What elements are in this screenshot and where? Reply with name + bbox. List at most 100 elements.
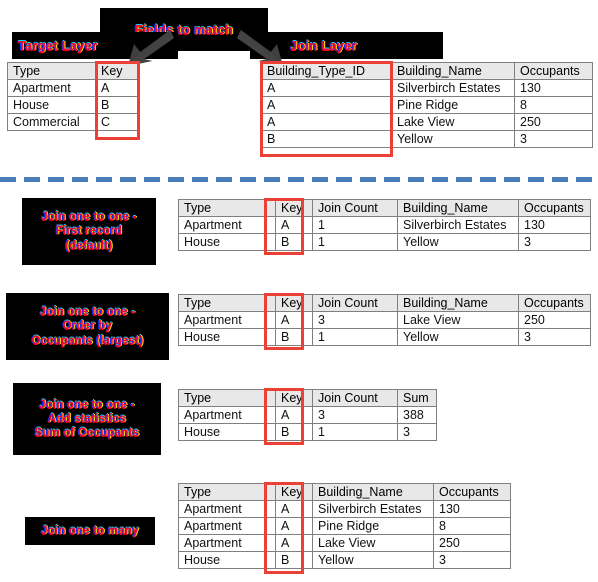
result-table-sum-statistics: Type Key Join Count Sum Apartment A 3 38… xyxy=(178,389,437,441)
column-header-join-count: Join Count xyxy=(312,199,398,217)
cell-key: B xyxy=(275,423,313,441)
column-header-type: Type xyxy=(178,389,276,407)
cell-building-name: Pine Ridge xyxy=(391,96,515,114)
cell-type: House xyxy=(7,96,96,114)
column-header-sum: Sum xyxy=(397,389,437,407)
cell-building-name: Lake View xyxy=(397,311,519,329)
column-header-building-name: Building_Name xyxy=(397,294,519,312)
table-row: House B 1 Yellow 3 xyxy=(178,233,591,251)
table-row: House B 1 Yellow 3 xyxy=(178,328,591,346)
cell-key: A xyxy=(95,79,138,97)
table-header-row: Type Key xyxy=(7,62,138,80)
cell-type: Apartment xyxy=(178,534,276,552)
label-line: Order by xyxy=(62,320,113,333)
label-line: Sum of Occupants xyxy=(34,427,140,439)
column-header-occupants: Occupants xyxy=(514,62,593,80)
result-label-join-one-to-many: Join one to many xyxy=(25,517,155,545)
cell-key: A xyxy=(275,216,313,234)
label-line: Join one to many xyxy=(41,524,139,537)
table-row: A Lake View 250 xyxy=(261,113,593,131)
table-row: Apartment A 3 Lake View 250 xyxy=(178,311,591,329)
column-header-type: Type xyxy=(178,294,276,312)
cell-building-name: Silverbirch Estates xyxy=(391,79,515,97)
cell-type: House xyxy=(178,233,276,251)
table-row: House B 1 3 xyxy=(178,423,437,441)
column-header-join-count: Join Count xyxy=(312,389,398,407)
column-header-type: Type xyxy=(7,62,96,80)
cell-type: Apartment xyxy=(7,79,96,97)
cell-occupants: 130 xyxy=(514,79,593,97)
cell-join-count: 1 xyxy=(312,328,398,346)
table-row: Apartment A Pine Ridge 8 xyxy=(178,517,511,535)
cell-key: B xyxy=(275,233,313,251)
cell-building-type-id: A xyxy=(261,113,392,131)
cell-type: House xyxy=(178,423,276,441)
label-line: (default) xyxy=(65,239,113,252)
label-line: Add statistics xyxy=(47,412,127,425)
cell-type: Commercial xyxy=(7,113,96,131)
cell-occupants: 3 xyxy=(518,328,591,346)
cell-building-type-id: B xyxy=(261,130,392,148)
table-row: A Pine Ridge 8 xyxy=(261,96,593,114)
column-header-key: Key xyxy=(275,199,313,217)
cell-type: Apartment xyxy=(178,406,276,424)
table-row: Apartment A Lake View 250 xyxy=(178,534,511,552)
cell-occupants: 8 xyxy=(433,517,511,535)
result-table-order-by-occupants: Type Key Join Count Building_Name Occupa… xyxy=(178,294,591,346)
cell-join-count: 1 xyxy=(312,233,398,251)
label-line: Join one to one - xyxy=(39,398,135,411)
cell-type: House xyxy=(178,328,276,346)
table-row: Apartment A 1 Silverbirch Estates 130 xyxy=(178,216,591,234)
column-header-building-name: Building_Name xyxy=(312,483,434,501)
cell-key: A xyxy=(275,534,313,552)
label-line: Join one to one - xyxy=(39,306,136,319)
table-row: House B Yellow 3 xyxy=(178,551,511,569)
cell-join-count: 3 xyxy=(312,406,398,424)
target-layer-table: Type Key Apartment A House B Commercial … xyxy=(7,62,138,131)
column-header-occupants: Occupants xyxy=(518,199,591,217)
cell-building-name: Silverbirch Estates xyxy=(397,216,519,234)
cell-type: House xyxy=(178,551,276,569)
cell-key: B xyxy=(275,328,313,346)
table-row: Apartment A xyxy=(7,79,138,97)
cell-sum: 3 xyxy=(397,423,437,441)
result-label-join-one-to-one-add-statistics: Join one to one - Add statistics Sum of … xyxy=(13,383,161,455)
cell-building-name: Yellow xyxy=(312,551,434,569)
cell-key: B xyxy=(275,551,313,569)
table-row: A Silverbirch Estates 130 xyxy=(261,79,593,97)
cell-occupants: 250 xyxy=(433,534,511,552)
cell-key: A xyxy=(275,406,313,424)
cell-occupants: 130 xyxy=(433,500,511,518)
cell-building-name: Yellow xyxy=(397,233,519,251)
column-header-type: Type xyxy=(178,483,276,501)
cell-type: Apartment xyxy=(178,517,276,535)
label-line: First record xyxy=(55,225,123,238)
column-header-key: Key xyxy=(275,294,313,312)
column-header-type: Type xyxy=(178,199,276,217)
column-header-occupants: Occupants xyxy=(433,483,511,501)
table-header-row: Type Key Join Count Building_Name Occupa… xyxy=(178,294,591,312)
cell-occupants: 250 xyxy=(514,113,593,131)
cell-occupants: 130 xyxy=(518,216,591,234)
cell-building-name: Silverbirch Estates xyxy=(312,500,434,518)
table-row: Apartment A Silverbirch Estates 130 xyxy=(178,500,511,518)
table-row: House B xyxy=(7,96,138,114)
cell-type: Apartment xyxy=(178,216,276,234)
target-layer-text: Target Layer xyxy=(18,37,98,53)
join-layer-text: Join Layer xyxy=(290,37,358,53)
cell-key: C xyxy=(95,113,138,131)
cell-occupants: 3 xyxy=(433,551,511,569)
table-row: Apartment A 3 388 xyxy=(178,406,437,424)
cell-occupants: 8 xyxy=(514,96,593,114)
column-header-building-type-id: Building_Type_ID xyxy=(261,62,392,80)
column-header-key: Key xyxy=(95,62,138,80)
cell-key: A xyxy=(275,517,313,535)
column-header-key: Key xyxy=(275,389,313,407)
cell-occupants: 3 xyxy=(514,130,593,148)
cell-building-name: Yellow xyxy=(397,328,519,346)
cell-join-count: 1 xyxy=(312,216,398,234)
column-header-building-name: Building_Name xyxy=(397,199,519,217)
column-header-join-count: Join Count xyxy=(312,294,398,312)
cell-building-name: Yellow xyxy=(391,130,515,148)
cell-occupants: 3 xyxy=(518,233,591,251)
